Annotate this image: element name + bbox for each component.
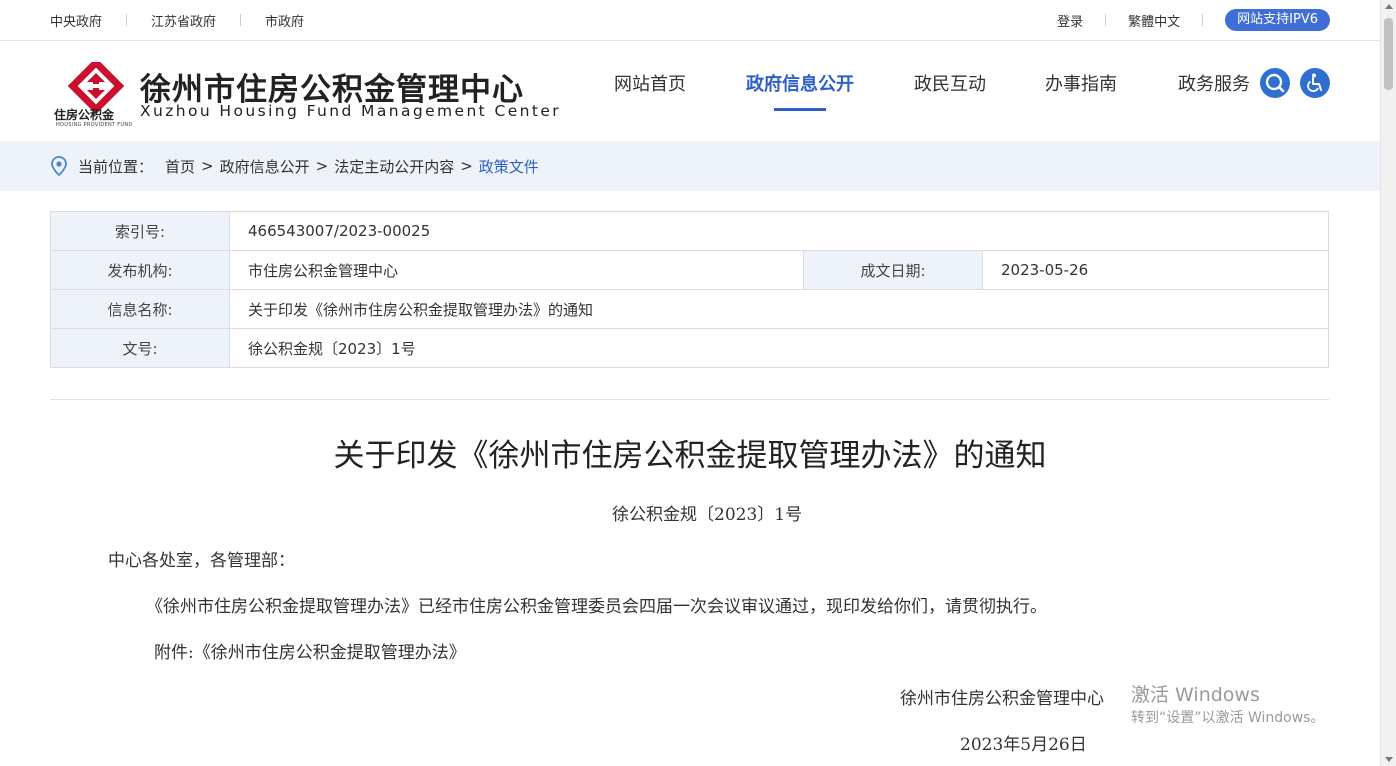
index-label: 索引号: <box>50 211 230 251</box>
breadcrumb-bar: 当前位置： 首页 > 政府信息公开 > 法定主动公开内容 > 政策文件 <box>0 141 1380 191</box>
divider <box>1105 14 1107 26</box>
document-salutation: 中心各处室，各管理部： <box>108 551 295 571</box>
top-right-links: 登录 繁體中文 网站支持IPV6 <box>1057 0 1330 40</box>
location-pin-icon <box>51 156 67 176</box>
name-value: 关于印发《徐州市住房公积金提取管理办法》的通知 <box>229 289 1329 329</box>
date-value: 2023-05-26 <box>982 250 1329 290</box>
link-central-gov[interactable]: 中央政府 <box>50 11 102 30</box>
search-icon <box>1265 73 1285 93</box>
link-city-gov[interactable]: 市政府 <box>265 11 304 30</box>
breadcrumb-gov-info[interactable]: 政府信息公开 <box>220 156 310 177</box>
docno-label: 文号: <box>50 328 230 368</box>
breadcrumb-home[interactable]: 首页 <box>165 156 195 177</box>
breadcrumb: 当前位置： 首页 > 政府信息公开 > 法定主动公开内容 > 政策文件 <box>50 141 539 191</box>
breadcrumb-current[interactable]: 政策文件 <box>479 156 539 177</box>
windows-activation-title: 激活 Windows <box>1131 684 1260 706</box>
date-label: 成文日期: <box>803 250 983 290</box>
nav-services[interactable]: 政务服务 <box>1178 70 1250 96</box>
divider <box>126 14 128 26</box>
info-table: 索引号: 466543007/2023-00025 发布机构: 市住房公积金管理… <box>50 211 1329 368</box>
index-value: 466543007/2023-00025 <box>229 211 1329 251</box>
login-link[interactable]: 登录 <box>1057 11 1083 30</box>
divider <box>240 14 242 26</box>
nav-active-underline <box>774 108 826 111</box>
link-province-gov[interactable]: 江苏省政府 <box>151 11 216 30</box>
document-body: 《徐州市住房公积金提取管理办法》已经市住房公积金管理委员会四届一次会议审议通过，… <box>146 597 1047 617</box>
wheelchair-icon <box>1307 73 1322 92</box>
ipv6-badge[interactable]: 网站支持IPV6 <box>1225 9 1330 31</box>
table-row: 信息名称: 关于印发《徐州市住房公积金提取管理办法》的通知 <box>50 289 1329 329</box>
breadcrumb-separator: > <box>460 157 473 175</box>
name-label: 信息名称: <box>50 289 230 329</box>
nav-interaction[interactable]: 政民互动 <box>914 70 986 96</box>
document-signature: 徐州市住房公积金管理中心 <box>900 689 1104 709</box>
logo-small-en: HOUSING PROVIDENT FUND <box>56 122 133 128</box>
scroll-thumb[interactable] <box>1384 18 1393 90</box>
breadcrumb-separator: > <box>201 157 214 175</box>
breadcrumb-separator: > <box>315 157 329 175</box>
scroll-down-arrow-icon[interactable] <box>1385 757 1393 762</box>
nav-guide[interactable]: 办事指南 <box>1045 70 1117 96</box>
divider <box>1202 14 1204 26</box>
table-row: 文号: 徐公积金规〔2023〕1号 <box>50 328 1329 368</box>
traditional-chinese-link[interactable]: 繁體中文 <box>1128 11 1180 30</box>
document-title: 关于印发《徐州市住房公积金提取管理办法》的通知 <box>333 438 1047 474</box>
nav-gov-info[interactable]: 政府信息公开 <box>746 70 854 96</box>
table-row: 索引号: 466543007/2023-00025 <box>50 211 1329 251</box>
accessibility-button[interactable] <box>1300 68 1330 98</box>
windows-activation-hint: 转到“设置”以激活 Windows。 <box>1131 710 1325 726</box>
document-number: 徐公积金规〔2023〕1号 <box>612 505 803 525</box>
top-utility-bar: 中央政府 江苏省政府 市政府 登录 繁體中文 网站支持IPV6 <box>0 0 1380 41</box>
document-attachment[interactable]: 附件:《徐州市住房公积金提取管理办法》 <box>154 638 466 663</box>
site-subtitle: Xuzhou Housing Fund Management Center <box>140 102 562 120</box>
breadcrumb-label: 当前位置： <box>78 157 154 176</box>
org-value: 市住房公积金管理中心 <box>229 250 804 290</box>
content-divider <box>50 399 1329 400</box>
scroll-up-arrow-icon[interactable] <box>1385 4 1393 9</box>
table-row: 发布机构: 市住房公积金管理中心 成文日期: 2023-05-26 <box>50 250 1329 290</box>
org-label: 发布机构: <box>50 250 230 290</box>
gov-links: 中央政府 江苏省政府 市政府 <box>50 0 304 40</box>
document-date: 2023年5月26日 <box>960 735 1087 755</box>
search-button[interactable] <box>1260 68 1290 98</box>
logo-small-cn: 住房公积金 <box>54 108 115 122</box>
page-scrollbar[interactable] <box>1380 0 1396 766</box>
docno-value: 徐公积金规〔2023〕1号 <box>229 328 1329 368</box>
nav-home[interactable]: 网站首页 <box>614 70 686 96</box>
breadcrumb-legal-content[interactable]: 法定主动公开内容 <box>334 156 454 177</box>
